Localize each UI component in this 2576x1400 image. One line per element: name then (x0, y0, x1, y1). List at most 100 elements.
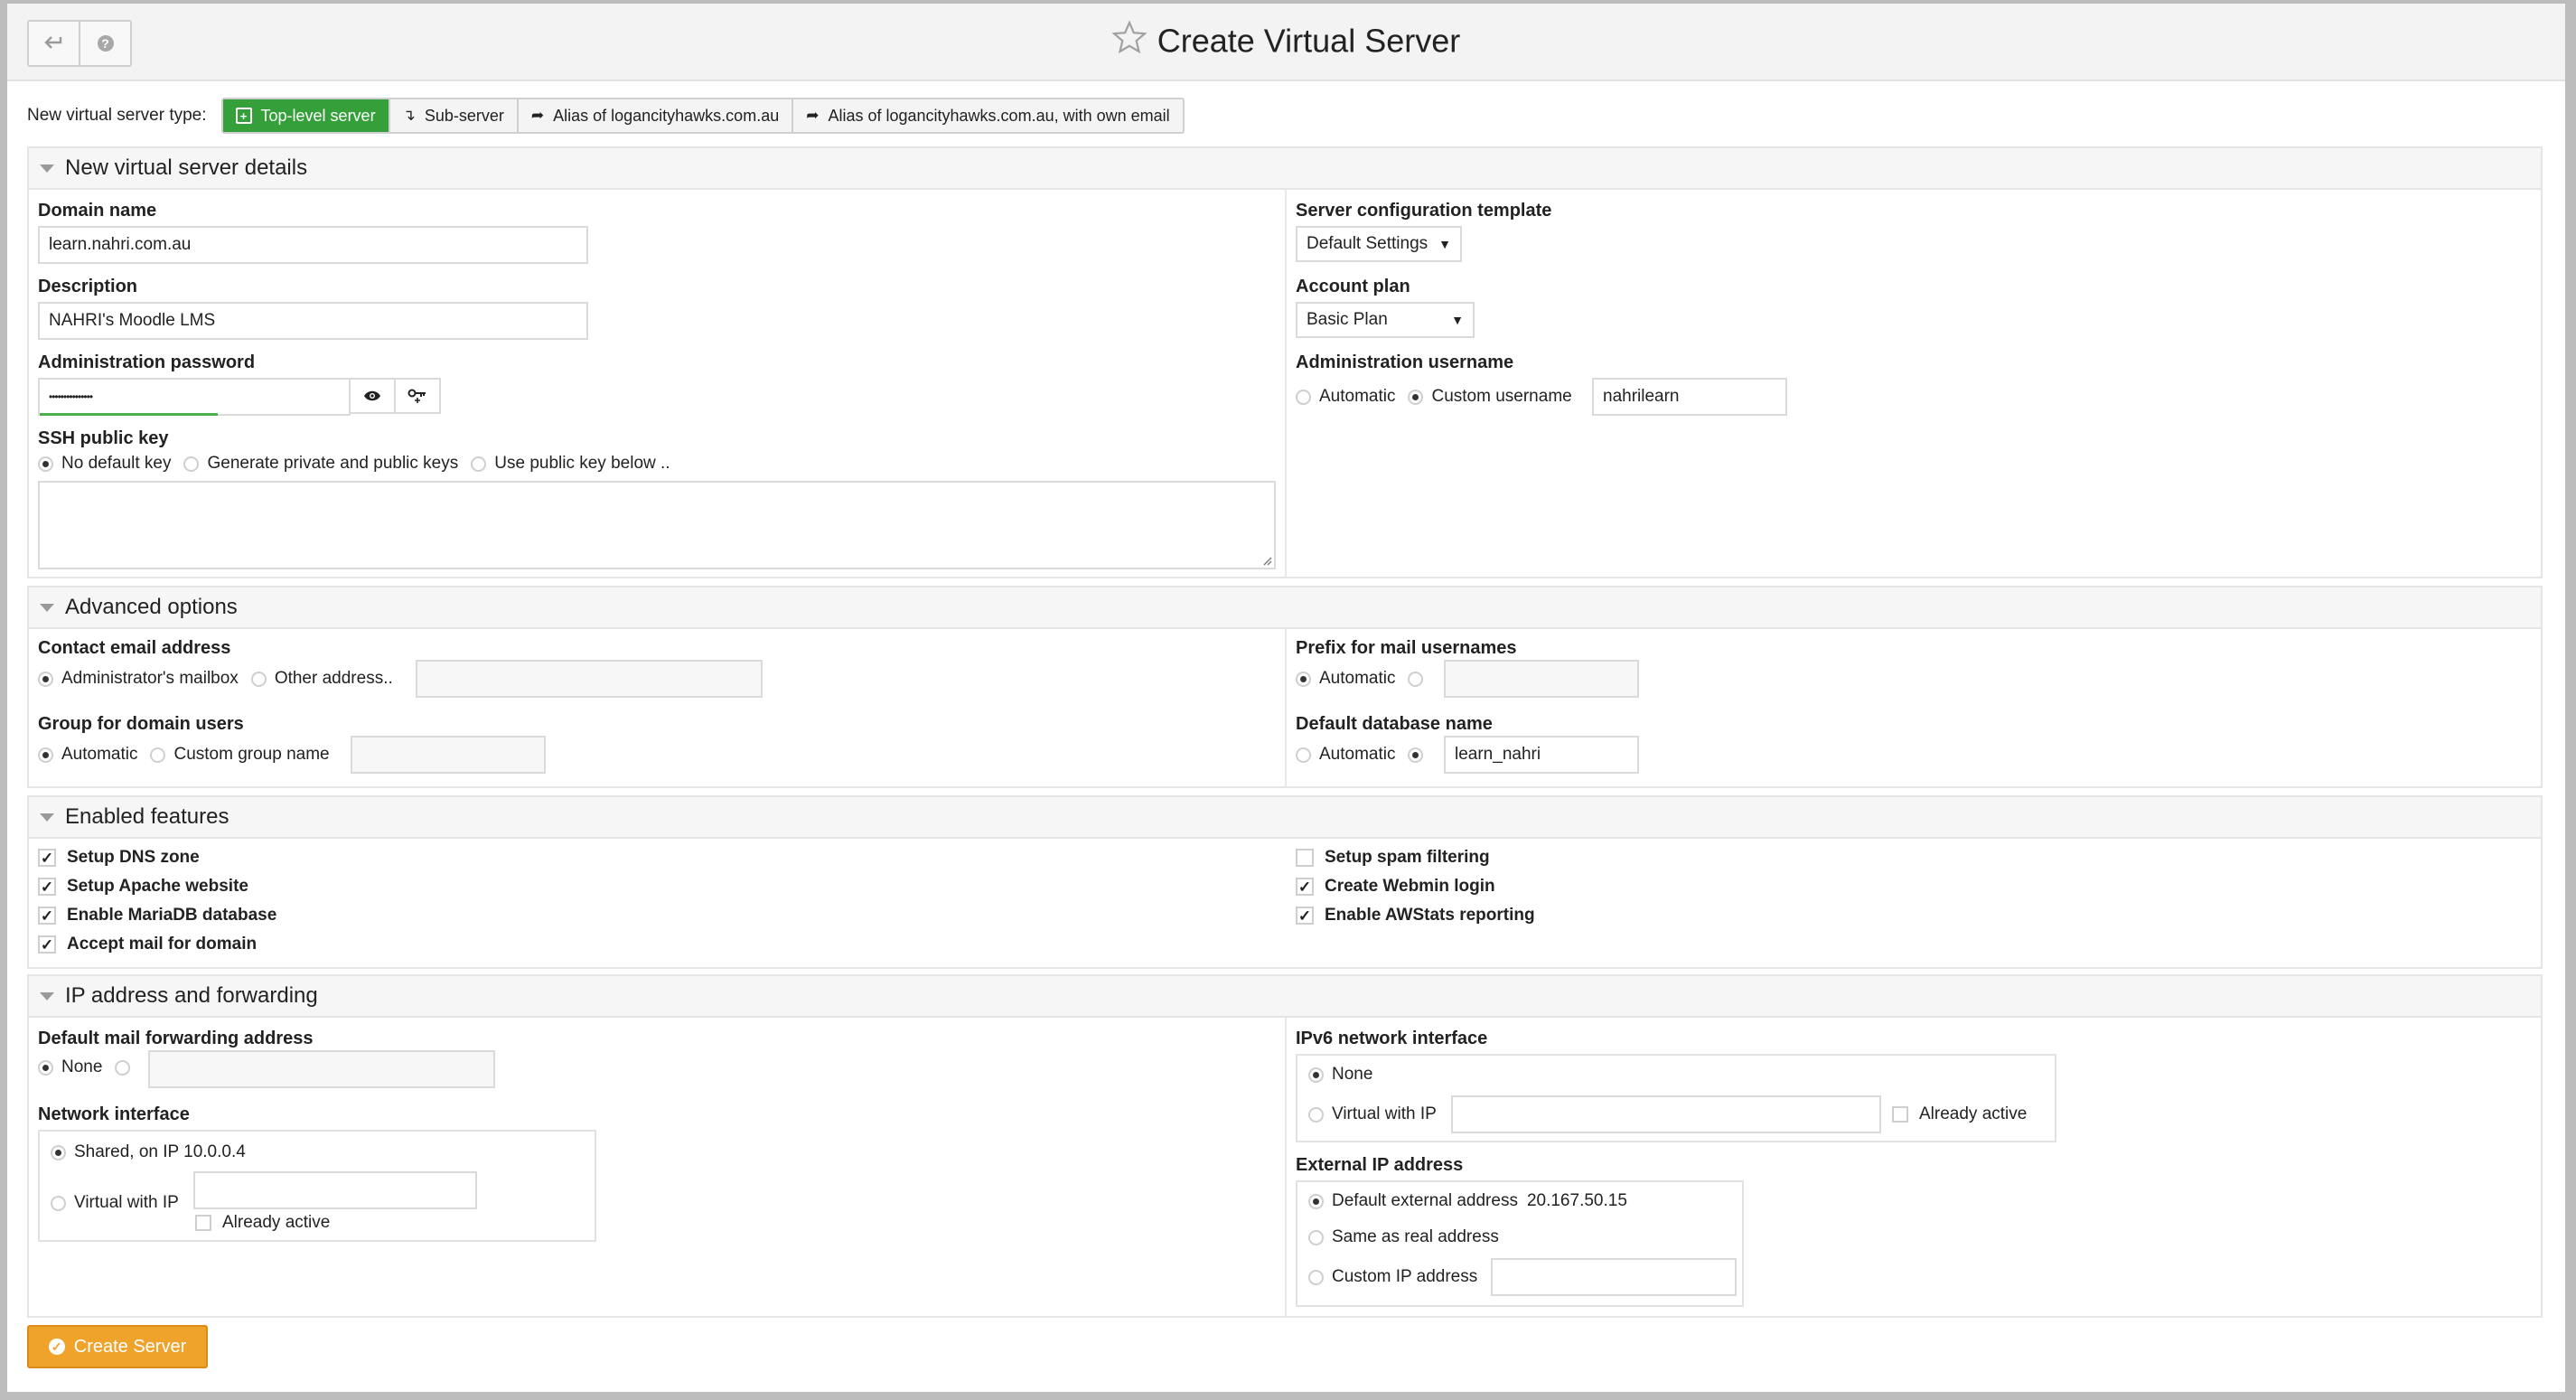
radio-ssh-use-below[interactable] (471, 456, 487, 472)
collapse-triangle-icon (40, 991, 54, 1001)
show-password-button[interactable] (349, 378, 396, 414)
mail-prefix-input[interactable] (1444, 660, 1639, 698)
network-already-active[interactable]: Already active (195, 1213, 330, 1233)
resize-handle-icon[interactable] (1261, 555, 1272, 566)
feature-webmin[interactable]: ✓ Create Webmin login (1296, 877, 1495, 897)
domain-name-input[interactable]: learn.nahri.com.au (38, 226, 588, 264)
radio-db-automatic[interactable] (1296, 747, 1311, 763)
radio-db-custom[interactable] (1408, 747, 1424, 763)
server-type-sub-server[interactable]: ↴ Sub-server (388, 99, 517, 132)
feature-spam[interactable]: Setup spam filtering (1296, 848, 1490, 868)
contact-email-options: Administrator's mailbox Other address.. (38, 669, 393, 689)
radio-username-custom[interactable] (1408, 389, 1424, 405)
checkbox-network-already-active[interactable] (195, 1215, 211, 1231)
ssh-key-options: No default key Generate private and publ… (38, 454, 670, 474)
dropdown-arrow-icon: ▼ (1451, 313, 1464, 327)
network-virtual-input[interactable] (193, 1171, 477, 1209)
mail-forward-input[interactable] (148, 1050, 495, 1088)
create-server-button[interactable]: ✓ Create Server (27, 1325, 208, 1368)
contact-other-label: Other address.. (274, 669, 393, 688)
server-type-label: New virtual server type: (27, 106, 207, 125)
feature-mariadb[interactable]: ✓ Enable MariaDB database (38, 906, 276, 926)
contact-other-input[interactable] (416, 660, 763, 698)
radio-username-automatic[interactable] (1296, 389, 1311, 405)
radio-ssh-none[interactable] (38, 456, 53, 472)
checkbox-mariadb[interactable]: ✓ (38, 907, 56, 925)
feature-mariadb-label: Enable MariaDB database (67, 906, 277, 925)
admin-username-options: Automatic Custom username (1296, 387, 1572, 407)
mail-forward-label: Default mail forwarding address (38, 1029, 314, 1048)
network-interface-box: Shared, on IP 10.0.0.4 Virtual with IP A… (38, 1130, 596, 1242)
description-input[interactable]: NAHRI's Moodle LMS (38, 302, 588, 340)
account-plan-select[interactable]: Basic Plan ▼ (1296, 302, 1475, 338)
share-icon: ➦ (806, 107, 820, 124)
checkbox-ipv6-already-active[interactable] (1892, 1106, 1908, 1123)
features-section-header[interactable]: Enabled features (29, 797, 2541, 839)
checkbox-mail[interactable]: ✓ (38, 935, 56, 954)
ip-section-header[interactable]: IP address and forwarding (29, 976, 2541, 1018)
account-plan-value: Basic Plan (1307, 310, 1388, 329)
details-section-title: New virtual server details (65, 155, 308, 180)
external-default-option: Default external address 20.167.50.15 (1308, 1191, 1627, 1211)
feature-mail[interactable]: ✓ Accept mail for domain (38, 935, 257, 954)
group-automatic-label: Automatic (61, 745, 138, 764)
radio-ipv6-none[interactable] (1308, 1066, 1324, 1083)
external-default-value: 20.167.50.15 (1526, 1191, 1627, 1210)
radio-forward-custom[interactable] (115, 1059, 131, 1076)
details-section-header[interactable]: New virtual server details (29, 148, 2541, 190)
radio-network-virtual[interactable] (51, 1195, 66, 1211)
radio-group-automatic[interactable] (38, 747, 53, 763)
group-custom-input[interactable] (351, 736, 546, 774)
server-type-alias[interactable]: ➦ Alias of logancityhawks.com.au (516, 99, 792, 132)
feature-dns[interactable]: ✓ Setup DNS zone (38, 848, 200, 868)
feature-awstats[interactable]: ✓ Enable AWStats reporting (1296, 906, 1535, 926)
feature-apache[interactable]: ✓ Setup Apache website (38, 877, 248, 897)
radio-external-same[interactable] (1308, 1229, 1324, 1245)
column-divider (1285, 190, 1287, 577)
radio-network-shared[interactable] (51, 1144, 66, 1160)
radio-group-custom[interactable] (150, 747, 166, 763)
star-icon[interactable] (1111, 20, 1147, 61)
checkbox-webmin[interactable]: ✓ (1296, 878, 1314, 896)
checkbox-dns[interactable]: ✓ (38, 849, 56, 867)
radio-forward-none[interactable] (38, 1059, 53, 1076)
domain-name-label: Domain name (38, 201, 157, 221)
network-interface-label: Network interface (38, 1104, 190, 1124)
radio-ssh-generate[interactable] (183, 456, 200, 472)
external-custom-input[interactable] (1491, 1258, 1737, 1296)
check-circle-icon: ✓ (48, 1339, 65, 1355)
radio-contact-other[interactable] (250, 671, 267, 687)
details-section-body: Domain name learn.nahri.com.au Descripti… (29, 190, 2541, 577)
radio-prefix-custom[interactable] (1408, 671, 1424, 687)
ipv6-virtual-input[interactable] (1451, 1095, 1881, 1133)
ipv6-already-active[interactable]: Already active (1892, 1104, 2027, 1124)
radio-prefix-automatic[interactable] (1296, 671, 1311, 687)
ssh-key-textarea[interactable] (38, 481, 1276, 569)
network-shared-option: Shared, on IP 10.0.0.4 (51, 1142, 246, 1162)
db-name-input[interactable]: learn_nahri (1444, 736, 1639, 774)
checkbox-apache[interactable]: ✓ (38, 878, 56, 896)
server-type-alias-label: Alias of logancityhawks.com.au (553, 106, 780, 125)
admin-password-input[interactable]: ••••••••••••••• (38, 378, 351, 416)
radio-ipv6-virtual[interactable] (1308, 1106, 1324, 1123)
admin-username-input[interactable]: nahrilearn (1592, 378, 1787, 416)
contact-admin-label: Administrator's mailbox (61, 669, 239, 688)
generate-password-button[interactable] (394, 378, 441, 414)
server-type-alias-email[interactable]: ➦ Alias of logancityhawks.com.au, with o… (792, 99, 1183, 132)
ipv6-box: None Virtual with IP Already active (1296, 1054, 2056, 1142)
template-select[interactable]: Default Settings ▼ (1296, 226, 1462, 262)
ipv6-label: IPv6 network interface (1296, 1029, 1488, 1048)
advanced-section-header[interactable]: Advanced options (29, 587, 2541, 629)
advanced-section-body: Contact email address Administrator's ma… (29, 629, 2541, 786)
mail-prefix-label: Prefix for mail usernames (1296, 638, 1517, 658)
create-server-label: Create Server (73, 1336, 187, 1357)
checkbox-awstats[interactable]: ✓ (1296, 907, 1314, 925)
external-ip-label: External IP address (1296, 1155, 1464, 1175)
radio-contact-admin[interactable] (38, 671, 53, 687)
server-type-top-level[interactable]: + Top-level server (222, 99, 389, 132)
server-type-row: New virtual server type: + Top-level ser… (27, 98, 1185, 134)
radio-external-custom[interactable] (1308, 1269, 1324, 1285)
radio-external-default[interactable] (1308, 1193, 1324, 1209)
network-already-label: Already active (222, 1213, 331, 1232)
checkbox-spam[interactable] (1296, 849, 1314, 867)
